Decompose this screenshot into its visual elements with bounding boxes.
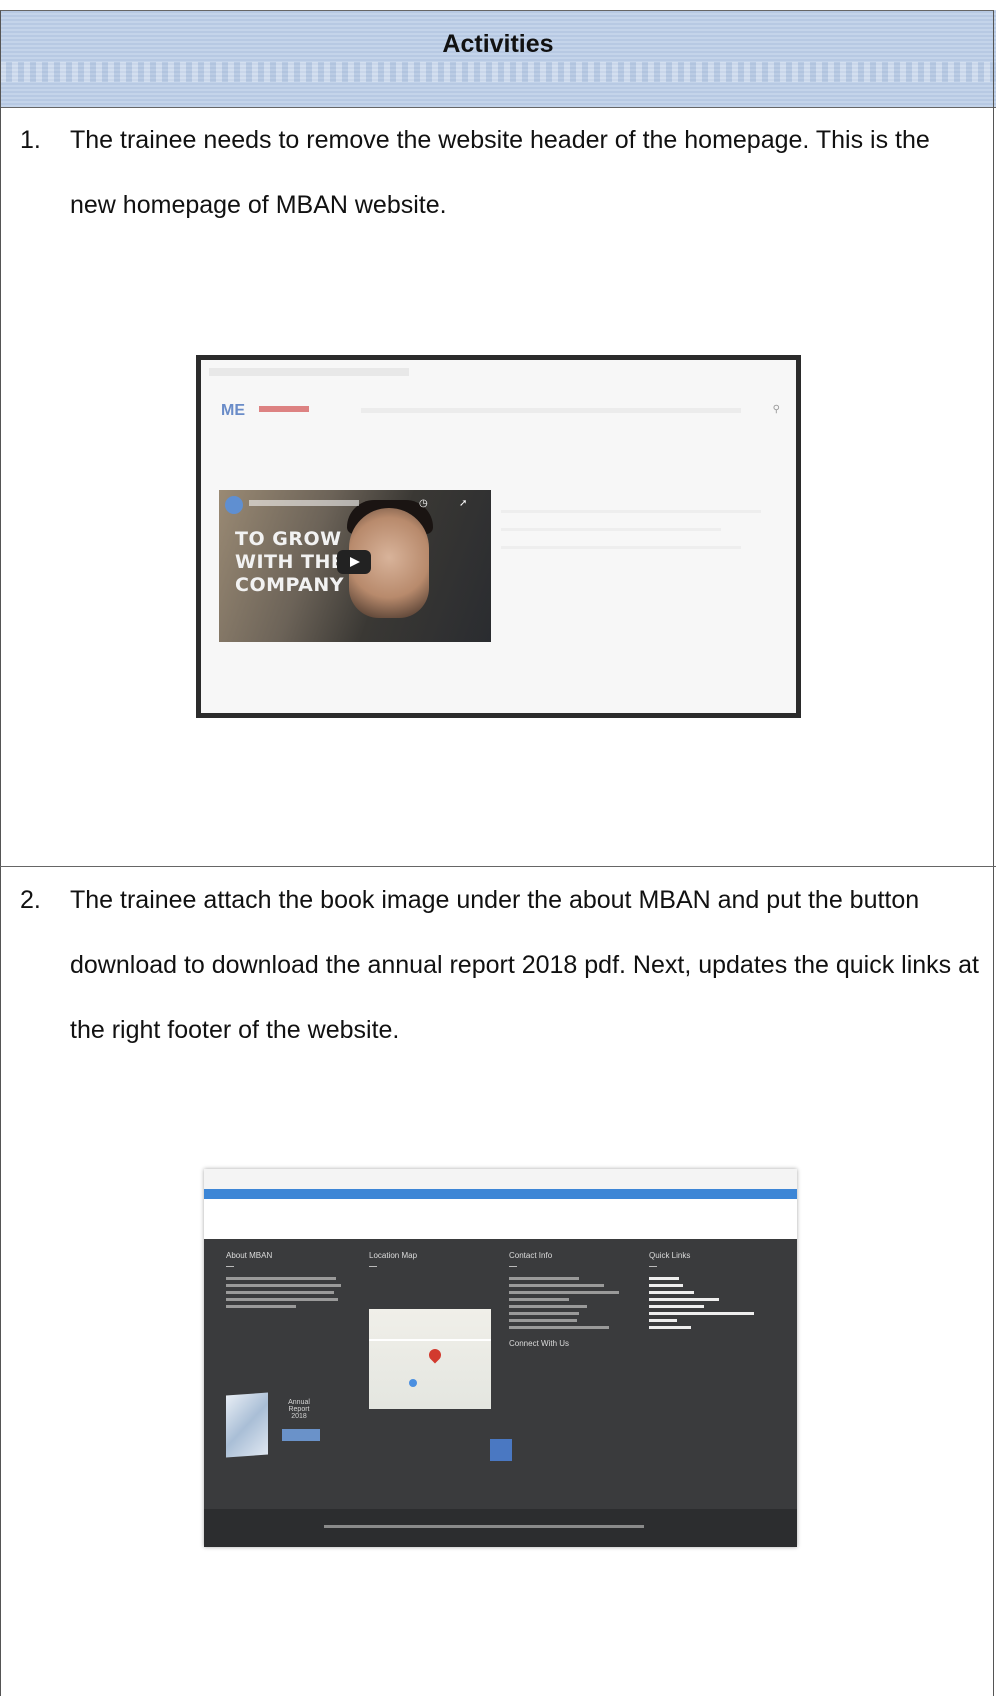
footer-dash xyxy=(509,1266,517,1267)
row-divider xyxy=(0,866,996,867)
footer-dash xyxy=(369,1266,377,1267)
text-line xyxy=(226,1291,334,1294)
footer-col-map: Location Map xyxy=(369,1251,489,1277)
page-body xyxy=(204,1199,797,1239)
copyright-bar xyxy=(204,1509,797,1547)
play-button-icon xyxy=(337,550,371,574)
browser-tab-bar xyxy=(209,368,409,376)
footer-heading: Quick Links xyxy=(649,1251,691,1260)
item-text: The trainee needs to remove the website … xyxy=(70,126,930,219)
copyright-line xyxy=(324,1525,644,1528)
browser-tab-bar xyxy=(204,1169,797,1190)
search-icon: ⚲ xyxy=(772,404,780,415)
footer-dash xyxy=(226,1266,234,1267)
download-button xyxy=(282,1429,320,1441)
channel-avatar xyxy=(225,496,243,514)
blue-banner xyxy=(204,1189,797,1199)
map-marker-icon xyxy=(409,1379,417,1387)
text-line xyxy=(509,1277,579,1280)
item-text: The trainee attach the book image under … xyxy=(70,886,979,1044)
footer-heading: Contact Info xyxy=(509,1251,553,1260)
footer-heading: Location Map xyxy=(369,1251,418,1260)
footer-dash xyxy=(649,1266,657,1267)
text-line xyxy=(509,1284,604,1287)
watch-later-icon: ◷ xyxy=(419,498,428,509)
item-number: 1. xyxy=(20,126,41,154)
site-footer: About MBAN Location Map Contact Info Con… xyxy=(204,1239,797,1509)
text-line xyxy=(226,1305,296,1308)
connect-heading: Connect With Us xyxy=(509,1339,570,1348)
footer-screenshot: About MBAN Location Map Contact Info Con… xyxy=(204,1169,797,1547)
text-line xyxy=(501,546,741,549)
homepage-screenshot: ME ⚲ ◷ ➚ TO GROW WITH THE COMPANY xyxy=(196,355,801,718)
quick-link xyxy=(649,1298,719,1301)
text-line xyxy=(509,1298,569,1301)
footer-col-contact: Contact Info Connect With Us xyxy=(509,1251,629,1354)
logo-tagline xyxy=(259,406,309,412)
mban-logo: ME xyxy=(221,402,245,419)
item-number: 2. xyxy=(20,886,41,914)
text-line xyxy=(226,1277,336,1280)
text-line xyxy=(509,1319,577,1322)
text-line xyxy=(509,1291,619,1294)
quick-link xyxy=(649,1319,677,1322)
text-line xyxy=(501,528,721,531)
video-title xyxy=(249,500,359,506)
text-line xyxy=(509,1305,587,1308)
quick-link xyxy=(649,1277,679,1280)
annual-report-label: Annual Report 2018 xyxy=(288,1399,310,1420)
quick-link xyxy=(649,1312,754,1315)
share-icon: ➚ xyxy=(459,498,468,509)
quick-link xyxy=(649,1291,694,1294)
text-line xyxy=(226,1284,341,1287)
footer-heading: About MBAN xyxy=(226,1251,273,1260)
quick-link xyxy=(649,1284,683,1287)
quick-link xyxy=(649,1326,691,1329)
facebook-icon xyxy=(490,1439,512,1461)
footer-col-about: About MBAN xyxy=(226,1251,346,1312)
youtube-video: ◷ ➚ TO GROW WITH THE COMPANY xyxy=(219,490,491,642)
site-nav xyxy=(361,408,741,413)
location-map xyxy=(369,1309,491,1409)
text-line xyxy=(509,1312,579,1315)
document-page: Activities 1. The trainee needs to remov… xyxy=(0,0,996,1696)
text-line xyxy=(501,510,761,513)
map-pin-icon xyxy=(426,1346,444,1364)
annual-report-book-image xyxy=(226,1392,268,1458)
map-road xyxy=(369,1339,491,1341)
text-line xyxy=(509,1326,609,1329)
text-line xyxy=(226,1298,338,1301)
quick-link xyxy=(649,1305,704,1308)
footer-col-quicklinks: Quick Links xyxy=(649,1251,779,1333)
